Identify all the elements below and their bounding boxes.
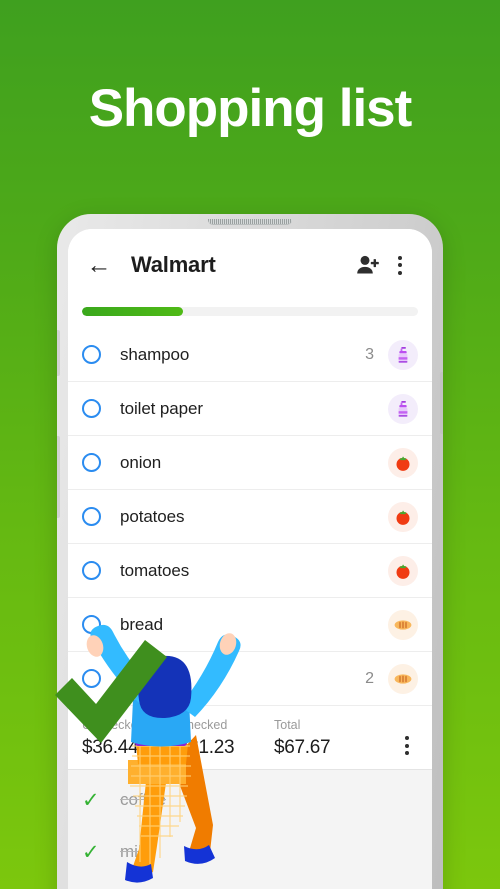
more-vertical-icon[interactable]	[384, 249, 416, 281]
item-checkbox[interactable]	[82, 453, 101, 472]
item-checkbox[interactable]	[82, 507, 101, 526]
shopping-item-list: shampoo 3 toilet paper onion potatoes tomatoe…	[68, 328, 432, 706]
item-label: toilet paper	[120, 398, 203, 418]
phone-screen: ← Walmart shampoo 3 toilet paper onion potat…	[68, 229, 432, 889]
tomato-icon	[388, 555, 418, 586]
checked-list-row[interactable]: ✓ milk	[68, 826, 432, 878]
item-label: onion	[120, 452, 162, 472]
shopping-list-row[interactable]: rolls 2	[68, 652, 432, 706]
item-quantity: 3	[365, 345, 374, 363]
summary-unchecked-value: $36.44	[82, 737, 139, 758]
arrow-left-icon[interactable]: ←	[84, 250, 114, 280]
summary-checked-label: Checked	[178, 718, 228, 732]
checked-list-row[interactable]: ✓ coffee	[68, 774, 432, 826]
summary-checked-value: $31.23	[178, 737, 235, 758]
summary-total-value: $67.67	[274, 737, 331, 758]
phone-speaker-grille	[208, 219, 292, 225]
summary-unchecked: Unchecked $36.44	[82, 718, 178, 759]
shopping-list-row[interactable]: onion	[68, 436, 432, 490]
tomato-icon	[388, 447, 418, 478]
progress-track	[82, 307, 418, 316]
app-bar: ← Walmart	[68, 229, 432, 301]
check-icon[interactable]: ✓	[82, 842, 104, 863]
item-checkbox[interactable]	[82, 399, 101, 418]
person-add-icon[interactable]	[352, 249, 384, 281]
item-checkbox[interactable]	[82, 561, 101, 580]
summary-total: Total $67.67	[274, 718, 396, 759]
item-checkbox[interactable]	[82, 615, 101, 634]
shopping-list-row[interactable]: potatoes	[68, 490, 432, 544]
item-quantity: 2	[365, 669, 374, 687]
phone-mockup: ← Walmart shampoo 3 toilet paper onion potat…	[57, 214, 443, 889]
phone-button-volume-down[interactable]	[57, 436, 60, 518]
shopping-list-row[interactable]: tomatoes	[68, 544, 432, 598]
checked-item-list: ✓ coffee ✓ milk	[68, 770, 432, 889]
item-checkbox[interactable]	[82, 345, 101, 364]
summary-checked: Checked $31.23	[178, 718, 274, 759]
list-title: Walmart	[131, 252, 216, 277]
summary-total-label: Total	[274, 718, 301, 732]
shopping-list-row[interactable]: toilet paper	[68, 382, 432, 436]
tomato-icon	[388, 501, 418, 532]
summary-unchecked-label: Unchecked	[82, 718, 145, 732]
page-title: Shopping list	[88, 79, 413, 138]
progress-container	[68, 301, 432, 328]
summary-more-vertical-icon[interactable]	[396, 736, 418, 759]
item-label: shampoo	[120, 344, 190, 364]
bread-icon	[388, 609, 418, 640]
pump-bottle-icon	[388, 393, 418, 424]
progress-fill	[82, 307, 183, 316]
phone-button-volume-up[interactable]	[57, 330, 60, 376]
check-icon[interactable]: ✓	[82, 790, 104, 811]
pump-bottle-icon	[388, 339, 418, 370]
phone-button-power[interactable]	[440, 372, 443, 434]
checked-item-label: milk	[120, 842, 151, 861]
item-label: rolls	[120, 668, 151, 688]
bread-icon	[388, 663, 418, 694]
item-label: bread	[120, 614, 163, 634]
item-checkbox[interactable]	[82, 669, 101, 688]
item-label: tomatoes	[120, 560, 190, 580]
checked-item-label: coffee	[120, 790, 167, 809]
shopping-list-row[interactable]: bread	[68, 598, 432, 652]
shopping-list-row[interactable]: shampoo 3	[68, 328, 432, 382]
item-label: potatoes	[120, 506, 185, 526]
summary-bar: Unchecked $36.44 Checked $31.23 Total $6…	[68, 706, 432, 770]
